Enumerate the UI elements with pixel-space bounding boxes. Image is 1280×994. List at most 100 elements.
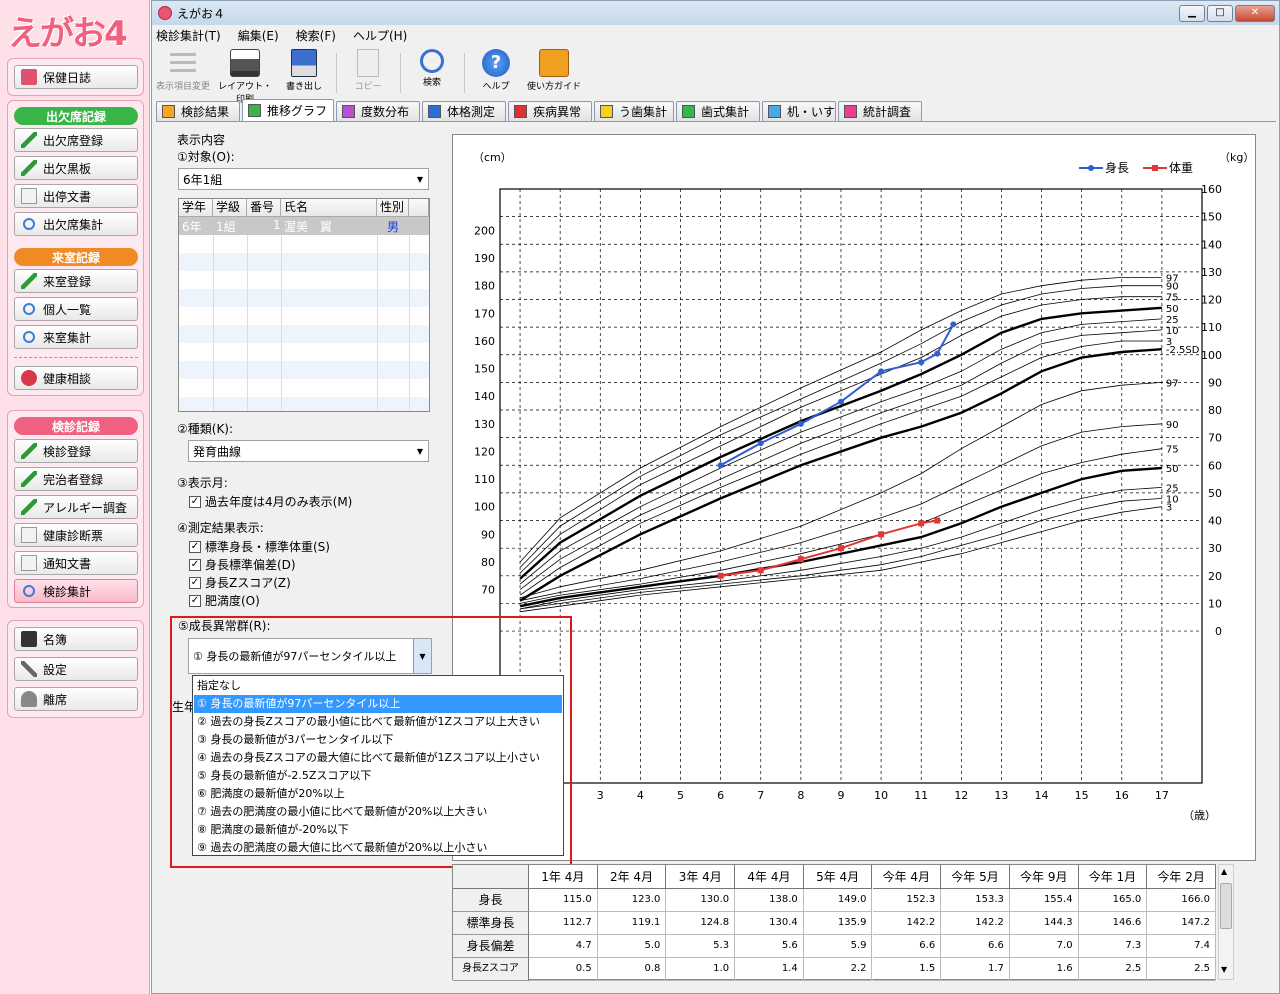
toolbar-layout-print-button[interactable]: レイアウト・印刷 xyxy=(216,49,274,105)
tab-trend-graph[interactable]: 推移グラフ xyxy=(242,99,334,121)
tab-disease[interactable]: 疾病異常 xyxy=(508,101,592,121)
table-cell[interactable]: 153.3 xyxy=(941,889,1010,912)
dropdown-option[interactable]: ① 身長の最新値が97パーセンタイル以上 xyxy=(194,695,562,713)
minimize-button[interactable]: ▁ xyxy=(1179,5,1205,22)
table-cell[interactable]: 142.2 xyxy=(872,912,942,935)
past-year-april-checkbox[interactable]: ✓ 過去年度は4月のみ表示(M) xyxy=(189,493,352,510)
toolbar-help-button[interactable]: ? ヘルプ xyxy=(472,49,520,97)
table-cell[interactable]: 5.3 xyxy=(666,935,736,958)
sidebar-item-settings[interactable]: 設定 xyxy=(14,657,138,681)
sidebar-item-visit-summary[interactable]: 来室集計 xyxy=(14,325,138,349)
table-cell[interactable]: 1.7 xyxy=(941,958,1010,981)
scroll-thumb[interactable] xyxy=(1220,883,1232,929)
table-cell[interactable]: 123.0 xyxy=(597,889,667,912)
table-cell[interactable]: 130.0 xyxy=(666,889,736,912)
table-cell[interactable]: 166.0 xyxy=(1147,889,1216,912)
sidebar-item-away[interactable]: 離席 xyxy=(14,687,138,711)
table-cell[interactable]: 144.3 xyxy=(1009,912,1079,935)
toolbar-copy-button[interactable]: コピー xyxy=(344,49,392,97)
table-cell[interactable]: 146.6 xyxy=(1078,912,1148,935)
table-cell[interactable]: 2.5 xyxy=(1147,958,1216,981)
sidebar-item-attendance-register[interactable]: 出欠席登録 xyxy=(14,128,138,152)
table-cell[interactable]: 124.8 xyxy=(666,912,736,935)
dropdown-option[interactable]: ⑥ 肥満度の最新値が20%以上 xyxy=(194,785,562,803)
table-cell[interactable]: 1.5 xyxy=(872,958,942,981)
table-cell[interactable]: 7.0 xyxy=(1009,935,1079,958)
table-cell[interactable]: 2.5 xyxy=(1078,958,1148,981)
menu-checkup-summary[interactable]: 検診集計(T) xyxy=(156,27,221,44)
toolbar-export-button[interactable]: 書き出し xyxy=(280,49,328,97)
table-cell[interactable]: 4.7 xyxy=(529,935,598,958)
table-cell[interactable]: 7.4 xyxy=(1147,935,1216,958)
sidebar-item-personal-list[interactable]: 個人一覧 xyxy=(14,297,138,321)
table-cell[interactable]: 165.0 xyxy=(1078,889,1148,912)
sidebar-item-checkup-summary[interactable]: 検診集計 xyxy=(14,579,138,603)
table-cell[interactable]: 6.6 xyxy=(872,935,942,958)
dropdown-option[interactable]: ③ 身長の最新値が3パーセンタイル以下 xyxy=(194,731,562,749)
maximize-button[interactable]: □ xyxy=(1207,5,1233,22)
toolbar-search-button[interactable]: 検索 xyxy=(408,49,456,97)
kind-select[interactable]: 発育曲線 ▼ xyxy=(188,440,429,462)
table-cell[interactable]: 112.7 xyxy=(529,912,598,935)
table-cell[interactable]: 138.0 xyxy=(735,889,804,912)
tab-dental[interactable]: 歯式集計 xyxy=(676,101,760,121)
table-cell[interactable]: 152.3 xyxy=(872,889,942,912)
sidebar-item-health-consult[interactable]: 健康相談 xyxy=(14,366,138,390)
dropdown-option[interactable]: ⑧ 肥満度の最新値が-20%以下 xyxy=(194,821,562,839)
height-deviation-checkbox[interactable]: ✓ 身長標準偏差(D) xyxy=(189,556,296,573)
table-cell[interactable]: 149.0 xyxy=(803,889,873,912)
table-cell[interactable]: 2.2 xyxy=(803,958,873,981)
target-select[interactable]: 6年1組 ▼ xyxy=(178,168,429,190)
table-cell[interactable]: 142.2 xyxy=(941,912,1010,935)
tab-desk-chair[interactable]: 机・いす xyxy=(762,101,836,121)
sidebar-item-notice-docs[interactable]: 通知文書 xyxy=(14,551,138,575)
sidebar-item-health-diary[interactable]: 保健日誌 xyxy=(14,65,138,89)
table-cell[interactable]: 1.0 xyxy=(666,958,736,981)
sidebar-item-cured-register[interactable]: 完治者登録 xyxy=(14,467,138,491)
tab-checkup-results[interactable]: 検診結果 xyxy=(156,101,240,121)
menu-help[interactable]: ヘルプ(H) xyxy=(353,27,407,44)
height-zscore-checkbox[interactable]: ✓ 身長Zスコア(Z) xyxy=(189,574,291,591)
close-button[interactable]: ✕ xyxy=(1235,5,1275,22)
table-cell[interactable]: 155.4 xyxy=(1009,889,1079,912)
dropdown-option[interactable]: 指定なし xyxy=(194,677,562,695)
menu-search[interactable]: 検索(F) xyxy=(296,27,336,44)
toolbar-display-items-button[interactable]: 表示項目変更 xyxy=(156,49,210,97)
dropdown-option[interactable]: ② 過去の身長Zスコアの最小値に比べて最新値が1Zスコア以上大きい xyxy=(194,713,562,731)
table-cell[interactable]: 1.4 xyxy=(735,958,804,981)
table-cell[interactable]: 0.8 xyxy=(597,958,667,981)
dropdown-option[interactable]: ⑤ 身長の最新値が-2.5Zスコア以下 xyxy=(194,767,562,785)
sidebar-item-roster[interactable]: 名簿 xyxy=(14,627,138,651)
menu-edit[interactable]: 編集(E) xyxy=(238,27,279,44)
table-cell[interactable]: 5.0 xyxy=(597,935,667,958)
tab-caries[interactable]: う歯集計 xyxy=(594,101,674,121)
table-row[interactable]: 6年 1組 1 渥美 翼 男 xyxy=(179,217,429,235)
tab-statistics[interactable]: 統計調査 xyxy=(838,101,922,121)
table-cell[interactable]: 119.1 xyxy=(597,912,667,935)
standard-height-weight-checkbox[interactable]: ✓ 標準身長・標準体重(S) xyxy=(189,538,330,555)
table-cell[interactable]: 130.4 xyxy=(735,912,804,935)
sidebar-item-allergy-survey[interactable]: アレルギー調査 xyxy=(14,495,138,519)
table-cell[interactable]: 115.0 xyxy=(529,889,598,912)
sidebar-item-attendance-board[interactable]: 出欠黒板 xyxy=(14,156,138,180)
table-cell[interactable]: 6.6 xyxy=(941,935,1010,958)
sidebar-item-visit-register[interactable]: 来室登録 xyxy=(14,269,138,293)
sidebar-item-checkup-register[interactable]: 検診登録 xyxy=(14,439,138,463)
table-cell[interactable]: 147.2 xyxy=(1147,912,1216,935)
table-cell[interactable]: 0.5 xyxy=(529,958,598,981)
tab-frequency[interactable]: 度数分布 xyxy=(336,101,420,121)
sidebar-item-attendance-summary[interactable]: 出欠席集計 xyxy=(14,212,138,236)
table-cell[interactable]: 1.6 xyxy=(1009,958,1079,981)
obesity-checkbox[interactable]: ✓ 肥満度(O) xyxy=(189,592,260,609)
table-cell[interactable]: 5.9 xyxy=(803,935,873,958)
sidebar-item-health-certificate[interactable]: 健康診断票 xyxy=(14,523,138,547)
tab-physique[interactable]: 体格測定 xyxy=(422,101,506,121)
table-cell[interactable]: 5.6 xyxy=(735,935,804,958)
dropdown-option[interactable]: ⑨ 過去の肥満度の最大値に比べて最新値が20%以上小さい xyxy=(194,839,562,857)
table-cell[interactable]: 135.9 xyxy=(803,912,873,935)
table-scrollbar[interactable]: ▲ ▼ xyxy=(1218,864,1234,980)
dropdown-option[interactable]: ④ 過去の身長Zスコアの最大値に比べて最新値が1Zスコア以上小さい xyxy=(194,749,562,767)
toolbar-guide-button[interactable]: 使い方ガイド xyxy=(524,49,584,97)
sidebar-item-suspension-docs[interactable]: 出停文書 xyxy=(14,184,138,208)
dropdown-option[interactable]: ⑦ 過去の肥満度の最小値に比べて最新値が20%以上大きい xyxy=(194,803,562,821)
